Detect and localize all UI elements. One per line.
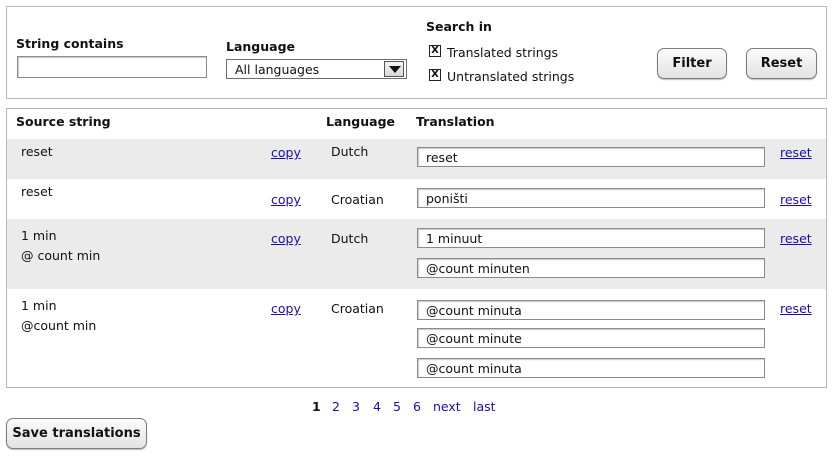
source-string-line: reset bbox=[21, 184, 53, 199]
filter-button[interactable]: Filter bbox=[657, 48, 727, 79]
save-translations-button[interactable]: Save translations bbox=[6, 418, 147, 449]
translation-input[interactable] bbox=[417, 328, 765, 348]
translations-table: Source string Language Translation reset… bbox=[6, 108, 827, 388]
reset-link[interactable]: reset bbox=[780, 145, 812, 160]
reset-link[interactable]: reset bbox=[780, 231, 812, 246]
row-language: Croatian bbox=[331, 192, 384, 207]
pager-next-link[interactable]: next bbox=[433, 399, 461, 414]
translation-input[interactable] bbox=[417, 188, 765, 208]
pager-page-link[interactable]: 6 bbox=[413, 399, 421, 414]
pager-last-link[interactable]: last bbox=[473, 399, 496, 414]
language-select[interactable]: All languages bbox=[226, 59, 407, 79]
pager-page-link[interactable]: 4 bbox=[373, 399, 381, 414]
row-language: Dutch bbox=[331, 231, 369, 246]
source-string-line: @count min bbox=[21, 318, 97, 333]
reset-link[interactable]: reset bbox=[780, 301, 812, 316]
source-string-line: 1 min bbox=[21, 298, 57, 313]
translation-input[interactable] bbox=[417, 358, 765, 378]
row-language: Croatian bbox=[331, 301, 384, 316]
source-string-line: 1 min bbox=[21, 228, 57, 243]
language-label: Language bbox=[226, 39, 296, 54]
header-translation: Translation bbox=[416, 114, 495, 129]
pager-page-link[interactable]: 5 bbox=[393, 399, 401, 414]
copy-link[interactable]: copy bbox=[271, 301, 301, 316]
copy-link[interactable]: copy bbox=[271, 192, 301, 207]
header-source-string: Source string bbox=[16, 114, 111, 129]
translation-input[interactable] bbox=[417, 258, 765, 278]
table-row: 1 min @count min copy Croatian reset bbox=[7, 289, 826, 387]
language-selected-value: All languages bbox=[235, 62, 320, 77]
source-string-line: @ count min bbox=[21, 248, 101, 263]
row-language: Dutch bbox=[331, 144, 369, 159]
table-row: reset copy Dutch reset bbox=[7, 139, 826, 179]
copy-link[interactable]: copy bbox=[271, 231, 301, 246]
string-contains-label: String contains bbox=[16, 36, 124, 51]
source-string-line: reset bbox=[21, 144, 53, 159]
translated-strings-checkbox[interactable]: X bbox=[429, 45, 441, 57]
translation-input[interactable] bbox=[417, 147, 765, 167]
table-row: 1 min @ count min copy Dutch reset bbox=[7, 219, 826, 289]
copy-link[interactable]: copy bbox=[271, 145, 301, 160]
untranslated-strings-label: Untranslated strings bbox=[447, 69, 575, 84]
translation-input[interactable] bbox=[417, 300, 765, 320]
dropdown-arrow-icon[interactable] bbox=[384, 61, 404, 77]
filter-panel: String contains Language All languages S… bbox=[6, 6, 827, 99]
reset-link[interactable]: reset bbox=[780, 192, 812, 207]
header-language: Language bbox=[326, 114, 396, 129]
pager-current-page: 1 bbox=[312, 399, 321, 414]
untranslated-strings-checkbox[interactable]: X bbox=[429, 69, 441, 81]
translation-input[interactable] bbox=[417, 228, 765, 248]
pager-page-link[interactable]: 2 bbox=[332, 399, 340, 414]
translated-strings-label: Translated strings bbox=[447, 45, 559, 60]
pager-page-link[interactable]: 3 bbox=[352, 399, 360, 414]
string-contains-input[interactable] bbox=[17, 56, 207, 78]
table-row: reset copy Croatian reset bbox=[7, 179, 826, 219]
reset-filter-button[interactable]: Reset bbox=[746, 48, 817, 79]
search-in-label: Search in bbox=[426, 19, 492, 34]
